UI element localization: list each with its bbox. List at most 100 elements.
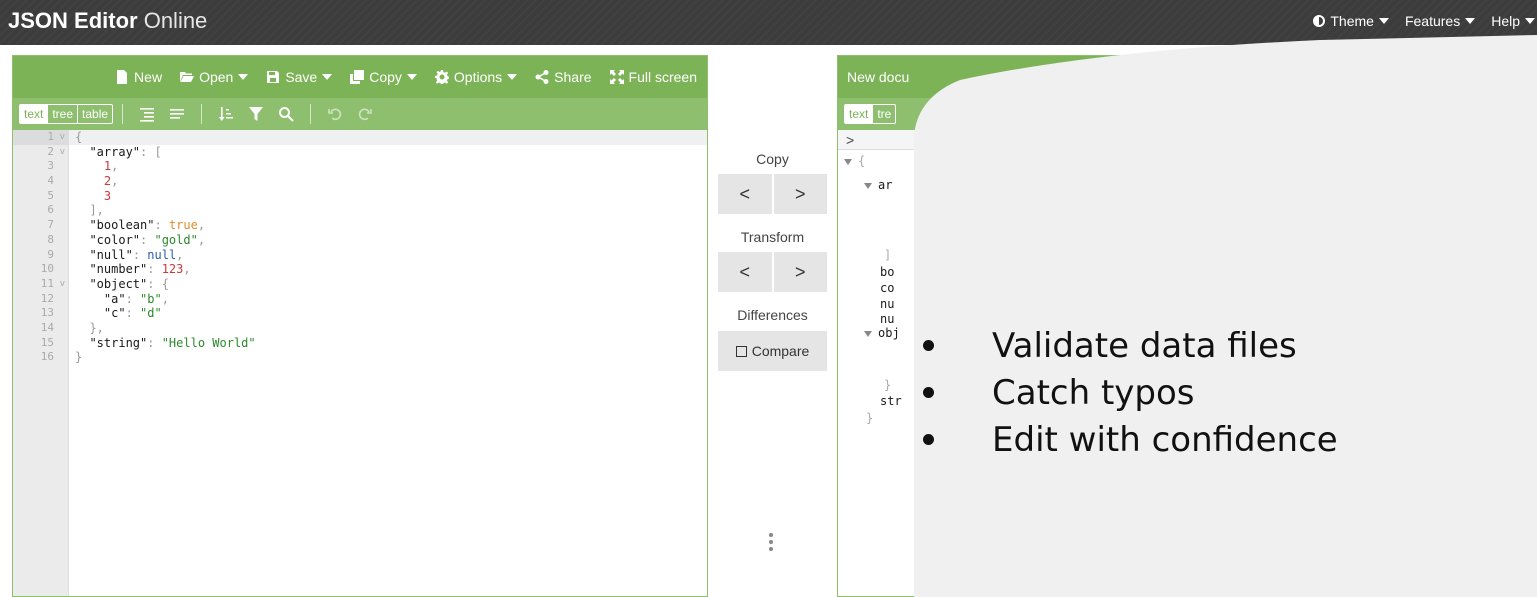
theme-label: Theme: [1330, 13, 1374, 29]
line-number: 8: [47, 232, 54, 246]
mode-tabs: text tree table: [19, 104, 114, 124]
tree-node: co: [880, 281, 895, 295]
line-number: 11 v: [40, 276, 65, 292]
new-document-icon: [117, 70, 128, 84]
code-line: "null": null,: [89, 247, 184, 262]
format-icon[interactable]: [138, 105, 156, 123]
line-number-gutter: 1 v 2 v 3 4 5 6 7 8 9 10 11 v 12 13 14 15 16: [13, 130, 69, 596]
differences-section-label: Differences: [737, 307, 808, 323]
transfer-column: Copy < > Transform < > Differences Compa…: [708, 55, 837, 597]
feature-bullet-list: Validate data files Catch typos Edit wit…: [920, 322, 1338, 463]
transform-arrow-group: < >: [718, 252, 827, 292]
right-mode-tab-tree[interactable]: tre: [873, 105, 895, 123]
mode-tab-text[interactable]: text: [20, 105, 49, 123]
help-menu[interactable]: Help: [1491, 13, 1535, 29]
code-line: "c": "d": [103, 306, 162, 321]
compact-icon[interactable]: [168, 105, 186, 123]
line-number: 6: [47, 203, 54, 217]
compare-label: Compare: [751, 343, 810, 359]
overlay-card: [913, 35, 1537, 597]
code-line: "object": {: [89, 276, 169, 291]
left-editor-panel: New Open Save Copy Options Share Full sc…: [12, 55, 708, 597]
theme-menu[interactable]: Theme: [1313, 13, 1389, 29]
toolbar-separator: [201, 104, 203, 124]
folder-open-icon: [180, 72, 195, 82]
code-editor[interactable]: 1 v 2 v 3 4 5 6 7 8 9 10 11 v 12 13 14 15 16 { "array": [ …: [13, 130, 707, 596]
toolbar-separator: [122, 104, 124, 124]
nav-chevron-icon[interactable]: >: [846, 132, 854, 148]
bullet-text: Validate data files: [992, 325, 1297, 366]
code-area[interactable]: { "array": [ 1, 2, 3 ], "boolean": true,…: [69, 130, 707, 596]
checkbox-icon: [735, 345, 747, 357]
fold-toggle-icon[interactable]: v: [60, 277, 65, 292]
new-label: New: [134, 69, 163, 85]
transform-left-button[interactable]: <: [718, 252, 772, 292]
features-menu[interactable]: Features: [1405, 13, 1476, 29]
right-mode-tabs: text tre: [844, 104, 897, 124]
fold-toggle-icon[interactable]: v: [60, 130, 65, 145]
fold-toggle-icon[interactable]: v: [60, 145, 65, 160]
mode-tab-tree[interactable]: tree: [48, 105, 79, 123]
options-button[interactable]: Options: [434, 69, 518, 85]
bullet-dot-icon: [923, 340, 934, 351]
bullet-text: Edit with confidence: [992, 419, 1338, 460]
line-number: 16: [40, 350, 54, 364]
code-line: "a": "b",: [103, 291, 169, 306]
expand-triangle-icon[interactable]: [864, 330, 872, 337]
sort-icon[interactable]: [217, 105, 235, 123]
caret-down-icon: [1378, 18, 1389, 24]
transform-right-button[interactable]: >: [773, 252, 827, 292]
options-label: Options: [453, 69, 503, 85]
filter-icon[interactable]: [247, 105, 265, 123]
caret-down-icon: [238, 74, 249, 80]
share-button[interactable]: Share: [535, 69, 592, 85]
right-mode-tab-text[interactable]: text: [845, 105, 874, 123]
tree-node: ]: [884, 248, 892, 262]
caret-down-icon: [1525, 18, 1535, 24]
code-line: 3: [103, 188, 112, 203]
save-button[interactable]: Save: [266, 69, 333, 85]
copy-right-button[interactable]: >: [773, 174, 827, 214]
line-number: 3: [47, 159, 54, 173]
open-label: Open: [199, 69, 234, 85]
share-icon: [535, 70, 549, 84]
redo-icon[interactable]: [356, 105, 374, 123]
tree-node: bo: [880, 265, 895, 279]
bullet-text: Catch typos: [992, 372, 1195, 413]
expand-triangle-icon[interactable]: [844, 158, 852, 165]
line-number: 9: [47, 247, 54, 261]
code-line: "color": "gold",: [89, 232, 206, 247]
compare-button[interactable]: Compare: [718, 331, 827, 371]
mode-tab-table[interactable]: table: [78, 105, 112, 123]
copy-section-label: Copy: [756, 151, 789, 167]
search-icon[interactable]: [277, 105, 295, 123]
app-title[interactable]: JSON Editor Online: [8, 8, 207, 34]
line-number: 13: [40, 306, 54, 320]
copy-left-button[interactable]: <: [718, 174, 772, 214]
copy-arrow-group: < >: [718, 174, 827, 214]
line-number: 10: [40, 262, 54, 276]
line-number: 7: [47, 218, 54, 232]
line-number: 1v: [13, 130, 68, 145]
copy-icon: [350, 70, 365, 84]
undo-icon[interactable]: [326, 105, 344, 123]
caret-down-icon: [322, 74, 333, 80]
line-number: 4: [47, 174, 54, 188]
app-title-bold: JSON Editor: [8, 8, 138, 33]
copy-button[interactable]: Copy: [350, 69, 417, 85]
tree-node: ar: [864, 178, 892, 192]
line-number: 12: [40, 291, 54, 305]
fullscreen-button[interactable]: Full screen: [609, 69, 697, 85]
save-label: Save: [285, 69, 318, 85]
fullscreen-label: Full screen: [628, 69, 697, 85]
open-button[interactable]: Open: [180, 69, 249, 85]
bullet-dot-icon: [923, 387, 934, 398]
drag-handle-icon[interactable]: [769, 533, 775, 551]
gear-icon: [434, 70, 449, 84]
code-line: "number": 123,: [89, 262, 191, 277]
new-button[interactable]: New: [115, 69, 162, 85]
expand-triangle-icon[interactable]: [864, 182, 872, 189]
caret-down-icon: [1465, 18, 1476, 24]
code-line: {: [69, 130, 707, 145]
code-line: ],: [89, 203, 104, 218]
